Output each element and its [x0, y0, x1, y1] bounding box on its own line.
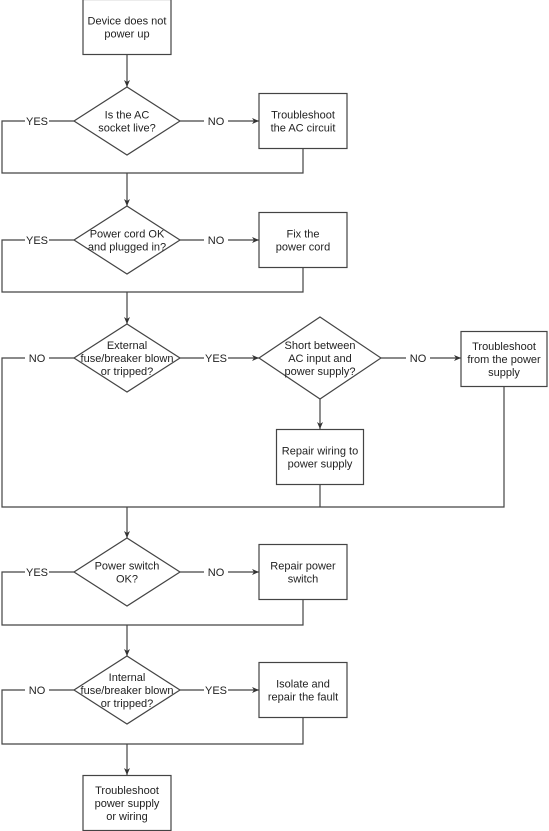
- node-text: Power cord OK: [90, 229, 165, 241]
- node-text: from the power: [467, 354, 541, 366]
- node-repair-wiring: Repair wiring topower supply: [275, 428, 365, 486]
- node-text: Internal: [109, 672, 146, 684]
- node-troubleshoot-psu: Troubleshootfrom the powersupply: [460, 330, 548, 388]
- node-text: Troubleshoot: [472, 341, 536, 353]
- node-text: Device does not: [88, 16, 167, 28]
- node-text: Troubleshoot: [271, 110, 335, 122]
- node-text: power supply: [95, 798, 160, 810]
- branch-label: YES: [26, 116, 48, 128]
- node-fix-ac-circuit: Troubleshootthe AC circuit: [258, 92, 348, 150]
- node-text: External: [107, 340, 147, 352]
- node-text: or tripped?: [101, 698, 154, 710]
- node-text: Repair power: [270, 561, 336, 573]
- node-q-short: Short betweenAC input andpower supply?: [257, 316, 383, 400]
- node-end: Troubleshootpower supplyor wiring: [82, 774, 172, 831]
- node-text: the AC circuit: [271, 123, 336, 135]
- branch-label: NO: [208, 235, 225, 247]
- node-text: repair the fault: [268, 692, 338, 704]
- node-text: Short between: [285, 340, 356, 352]
- node-text: Fix the: [286, 229, 319, 241]
- node-text: Isolate and: [276, 679, 330, 691]
- node-q-ac-socket: Is the ACsocket live?: [72, 86, 182, 156]
- node-text: or tripped?: [101, 366, 154, 378]
- node-text: power supply: [288, 459, 353, 471]
- node-q-external-fuse: Externalfuse/breaker blownor tripped?: [72, 323, 182, 393]
- node-text: socket live?: [98, 123, 155, 135]
- node-text: power cord: [276, 242, 330, 254]
- node-text: power up: [104, 29, 149, 41]
- node-q-power-switch: Power switchOK?: [72, 537, 182, 607]
- branch-label: YES: [26, 235, 48, 247]
- node-repair-switch: Repair powerswitch: [258, 543, 348, 601]
- branch-label: NO: [29, 353, 46, 365]
- branch-label: NO: [208, 116, 225, 128]
- branch-label: NO: [29, 685, 46, 697]
- node-text: AC input and: [288, 353, 352, 365]
- branch-label: NO: [410, 353, 427, 365]
- node-isolate-fault: Isolate andrepair the fault: [258, 661, 348, 719]
- node-fix-power-cord: Fix thepower cord: [258, 211, 348, 269]
- node-text: or wiring: [106, 811, 148, 823]
- branch-label: YES: [205, 685, 227, 697]
- branch-label: NO: [208, 567, 225, 579]
- branch-label: YES: [26, 567, 48, 579]
- node-text: fuse/breaker blown: [81, 685, 174, 697]
- node-text: fuse/breaker blown: [81, 353, 174, 365]
- node-text: Troubleshoot: [95, 785, 159, 797]
- node-text: supply: [488, 367, 520, 379]
- node-text: power supply?: [285, 366, 356, 378]
- node-text: and plugged in?: [88, 242, 166, 254]
- node-text: Repair wiring to: [282, 446, 358, 458]
- node-q-internal-fuse: Internalfuse/breaker blownor tripped?: [72, 655, 182, 725]
- node-start: Device does notpower up: [82, 0, 172, 56]
- node-text: Is the AC: [105, 110, 150, 122]
- node-text: OK?: [116, 574, 138, 586]
- connector: [1, 357, 505, 508]
- node-text: switch: [288, 574, 319, 586]
- node-q-power-cord: Power cord OKand plugged in?: [72, 205, 182, 275]
- flowchart: Device does notpower up Is the ACsocket l…: [1, 0, 548, 831]
- branch-label: YES: [205, 353, 227, 365]
- node-text: Power switch: [95, 561, 160, 573]
